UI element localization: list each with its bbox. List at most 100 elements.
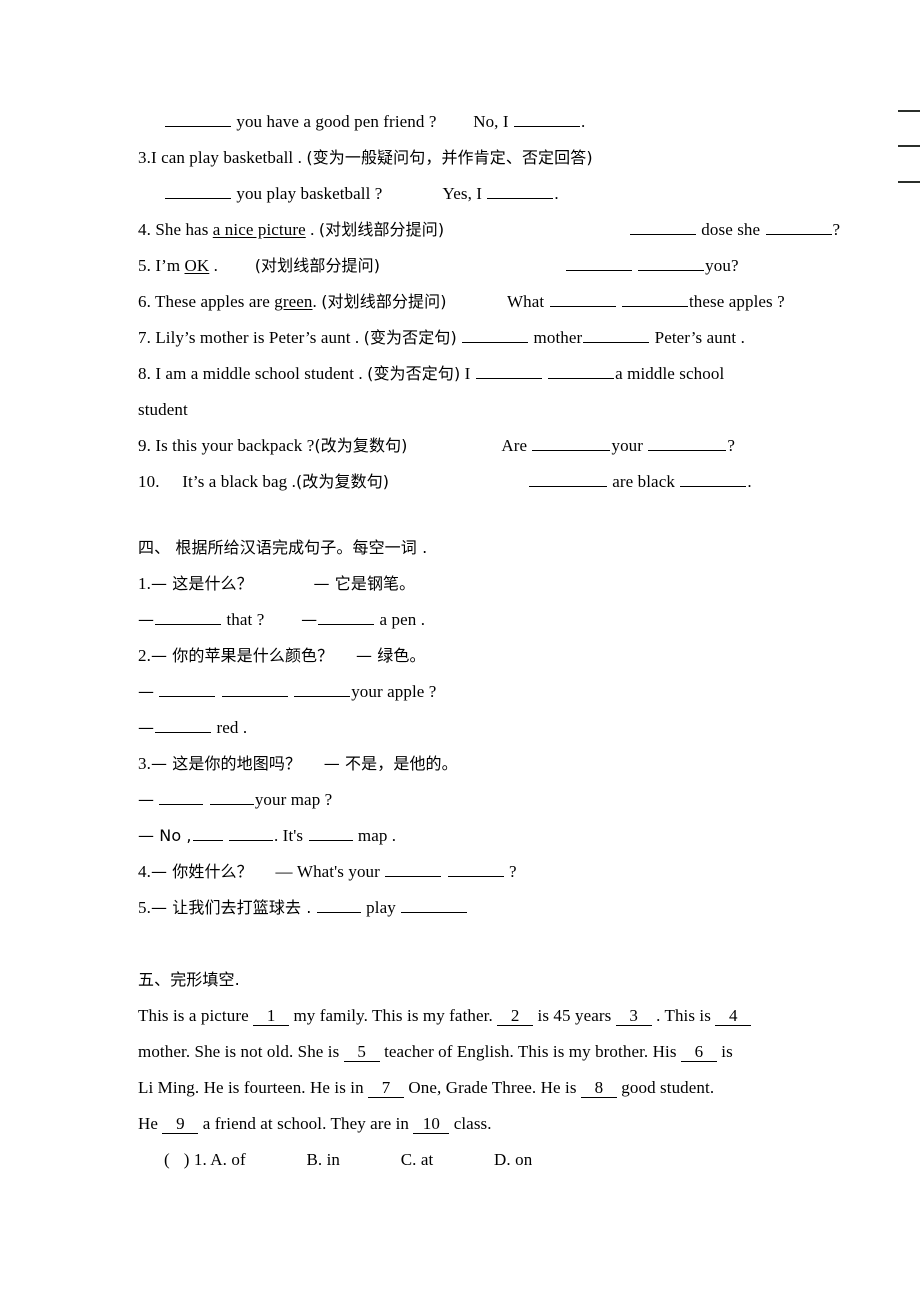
question-8-instruction: (变为否定句) bbox=[367, 364, 461, 383]
english-question-tail: your map ? bbox=[254, 790, 333, 809]
answer-blank[interactable] bbox=[401, 896, 468, 913]
question-8-answer-wrap: student bbox=[138, 400, 188, 419]
cloze-blank-1[interactable]: 1 bbox=[253, 1007, 290, 1026]
answer-blank[interactable] bbox=[316, 896, 361, 913]
answer-blank[interactable] bbox=[487, 182, 554, 199]
dash-marker: — bbox=[301, 610, 318, 629]
section-four-item-2-chinese: 2.— 你的苹果是什么颜色？ — 绿色。 bbox=[138, 638, 814, 674]
answer-blank[interactable] bbox=[629, 218, 696, 235]
right-margin-rule-3 bbox=[898, 181, 920, 183]
passage-text: This is a picture bbox=[138, 1006, 249, 1025]
question-4-answer-mid: dose she bbox=[701, 220, 761, 239]
question-6-stem-pre: These apples are bbox=[155, 292, 275, 311]
question-7-line: 7. Lily’s mother is Peter’s aunt . (变为否定… bbox=[138, 320, 814, 356]
section-four-item-2-english-answer: — red . bbox=[138, 710, 814, 746]
question-10-instruction: (改为复数句) bbox=[295, 472, 390, 491]
cloze-blank-9[interactable]: 9 bbox=[162, 1115, 199, 1134]
option-a[interactable]: A. of bbox=[210, 1150, 245, 1169]
answer-blank[interactable] bbox=[155, 608, 222, 625]
cloze-blank-6[interactable]: 6 bbox=[680, 1043, 717, 1062]
answer-blank[interactable] bbox=[565, 254, 632, 271]
answer-blank[interactable] bbox=[308, 824, 353, 841]
question-9-instruction: (改为复数句) bbox=[314, 436, 408, 455]
section-four-item-5: 5.— 让我们去打篮球去 . play bbox=[138, 890, 814, 926]
question-4-number: 4. bbox=[138, 220, 151, 239]
answer-blank[interactable] bbox=[638, 254, 705, 271]
answer-blank[interactable] bbox=[385, 860, 442, 877]
answer-blank[interactable] bbox=[549, 290, 616, 307]
answer-blank[interactable] bbox=[159, 680, 216, 697]
question-7-instruction: (变为否定句) bbox=[363, 328, 457, 347]
cloze-blank-8[interactable]: 8 bbox=[580, 1079, 617, 1098]
answer-blank[interactable] bbox=[447, 860, 504, 877]
question-10-answer-mid: are black bbox=[612, 472, 675, 491]
answer-blank[interactable] bbox=[221, 680, 288, 697]
answer-blank[interactable] bbox=[294, 680, 351, 697]
question-7-number: 7. bbox=[138, 328, 151, 347]
q2-answer-stem: you have a good pen friend ? bbox=[236, 112, 437, 131]
answer-blank[interactable] bbox=[209, 788, 254, 805]
answer-blank[interactable] bbox=[528, 470, 607, 487]
answer-blank[interactable] bbox=[621, 290, 688, 307]
question-5-answer-end: you? bbox=[705, 256, 739, 275]
answer-blank[interactable] bbox=[680, 470, 747, 487]
cloze-blank-10[interactable]: 10 bbox=[413, 1115, 450, 1134]
question-3-stem: I can play basketball . bbox=[150, 148, 302, 167]
option-d[interactable]: D. on bbox=[494, 1150, 532, 1169]
question-4-stem-pre: She has bbox=[155, 220, 213, 239]
answer-blank[interactable] bbox=[155, 716, 212, 733]
chinese-question: — 这是什么？ bbox=[150, 574, 253, 593]
section-four-item-3-english-answer: — No , . It's map . bbox=[138, 818, 814, 854]
cloze-blank-5[interactable]: 5 bbox=[343, 1043, 380, 1062]
passage-text: is 45 years bbox=[537, 1006, 612, 1025]
answer-blank[interactable] bbox=[318, 608, 375, 625]
cloze-blank-7[interactable]: 7 bbox=[368, 1079, 405, 1098]
passage-text: Li Ming. He is fourteen. He is in bbox=[138, 1078, 364, 1097]
answer-blank[interactable] bbox=[462, 326, 529, 343]
chinese-question: — 你姓什么？ bbox=[150, 862, 253, 881]
answer-blank[interactable] bbox=[165, 110, 231, 127]
question-8-answer-end: a middle school bbox=[615, 364, 725, 383]
option-c[interactable]: C. at bbox=[401, 1150, 434, 1169]
passage-text: teacher of English. This is my brother. … bbox=[384, 1042, 677, 1061]
question-5-instruction: (对划线部分提问) bbox=[254, 256, 381, 275]
question-4-stem-post: . bbox=[305, 220, 315, 239]
passage-text: class. bbox=[453, 1114, 492, 1133]
answer-blank[interactable] bbox=[514, 110, 581, 127]
chinese-answer: — 它是钢笔。 bbox=[313, 574, 416, 593]
answer-blank[interactable] bbox=[159, 788, 204, 805]
cloze-blank-4[interactable]: 4 bbox=[715, 1007, 752, 1026]
question-10-stem: It’s a black bag . bbox=[182, 472, 296, 491]
question-9-number: 9. bbox=[138, 436, 151, 455]
answer-blank[interactable] bbox=[583, 326, 650, 343]
passage-text: is bbox=[721, 1042, 733, 1061]
passage-text: He bbox=[138, 1114, 159, 1133]
answer-blank[interactable] bbox=[228, 824, 273, 841]
english-question-tail: ? bbox=[509, 862, 517, 881]
answer-blank[interactable] bbox=[192, 824, 223, 841]
answer-blank[interactable] bbox=[765, 218, 832, 235]
option-number: 1. bbox=[193, 1150, 207, 1169]
question-9-answer-mid: your bbox=[611, 436, 644, 455]
answer-blank[interactable] bbox=[548, 362, 615, 379]
answer-blank[interactable] bbox=[475, 362, 542, 379]
question-4-instruction: (对划线部分提问) bbox=[318, 220, 445, 239]
question-3-answer-reply: Yes, I bbox=[442, 184, 483, 203]
answer-blank[interactable] bbox=[532, 434, 611, 451]
cloze-blank-2[interactable]: 2 bbox=[497, 1007, 534, 1026]
dash-marker: — bbox=[138, 682, 155, 701]
dash-marker: — No , bbox=[138, 826, 192, 845]
question-7-stem: Lily’s mother is Peter’s aunt . bbox=[155, 328, 360, 347]
answer-blank[interactable] bbox=[648, 434, 727, 451]
dash-marker: — bbox=[138, 790, 155, 809]
question-2-answer-line: you have a good pen friend ? No, I . bbox=[138, 104, 814, 140]
question-8-answer-start: I bbox=[464, 364, 471, 383]
dash-marker: — bbox=[138, 718, 155, 737]
item-number: 4. bbox=[138, 862, 151, 881]
option-b[interactable]: B. in bbox=[306, 1150, 340, 1169]
question-9-answer-start: Are bbox=[501, 436, 528, 455]
question-3-answer-stem: you play basketball ? bbox=[236, 184, 383, 203]
cloze-blank-3[interactable]: 3 bbox=[615, 1007, 652, 1026]
answer-blank[interactable] bbox=[165, 182, 231, 199]
cloze-passage-line-2: mother. She is not old. She is 5 teacher… bbox=[138, 1034, 814, 1070]
